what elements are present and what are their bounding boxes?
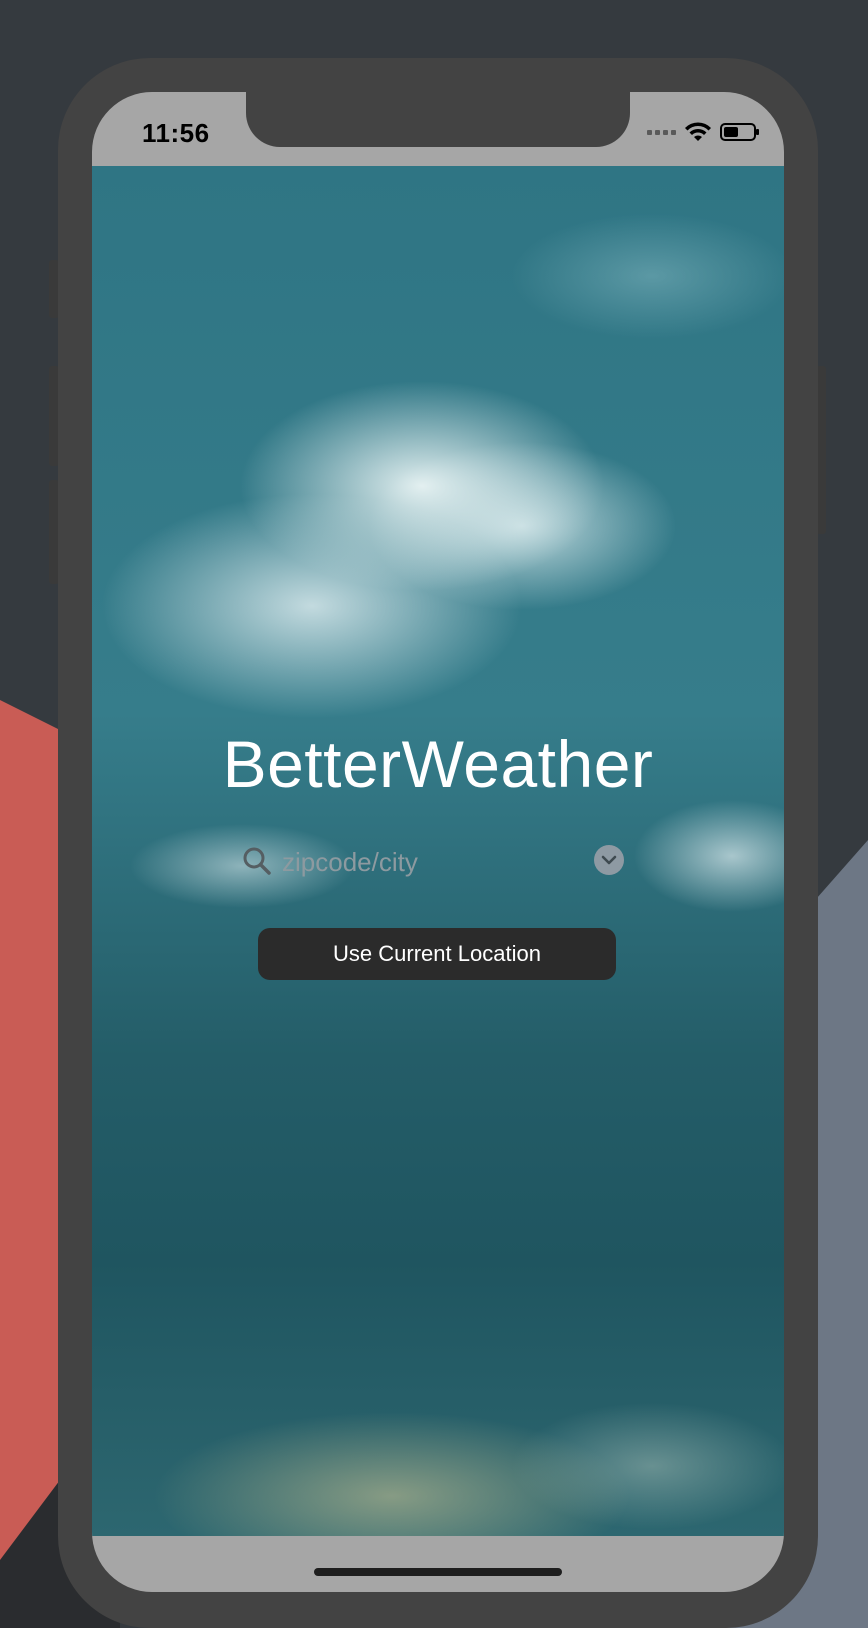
wifi-icon	[685, 122, 711, 141]
sky-background: BetterWeather Use Current Location	[92, 166, 784, 1536]
search-icon	[243, 847, 271, 875]
status-time: 11:56	[142, 118, 210, 148]
chevron-down-icon[interactable]	[594, 845, 624, 875]
battery-icon	[720, 123, 759, 141]
search-bar	[242, 842, 622, 882]
app-title: BetterWeather	[222, 727, 654, 801]
home-indicator[interactable]	[314, 1568, 562, 1576]
status-icons	[647, 122, 759, 142]
notch	[246, 92, 630, 147]
cellular-signal-icon	[647, 129, 676, 135]
search-input[interactable]	[280, 842, 574, 882]
use-current-location-button[interactable]: Use Current Location	[258, 928, 616, 980]
phone-screen: 11:56 BetterWeather Use Current Location	[92, 92, 784, 1592]
